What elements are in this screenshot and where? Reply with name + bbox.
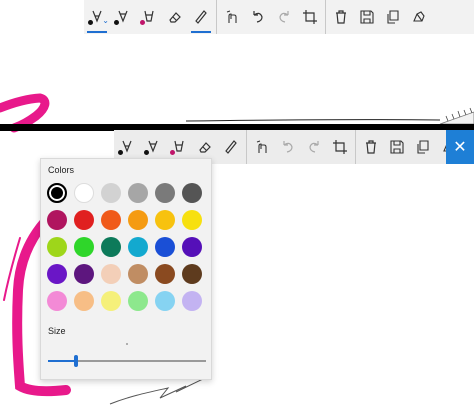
highlighter-color-dot (170, 150, 175, 155)
ruler-icon (225, 140, 237, 154)
redo-button[interactable] (271, 0, 297, 34)
copy-button[interactable] (380, 0, 406, 34)
color-swatch[interactable] (101, 291, 121, 311)
color-swatch[interactable] (128, 291, 148, 311)
touch-writing-icon (256, 140, 267, 153)
eraser-button[interactable] (162, 0, 188, 34)
color-swatch[interactable] (155, 237, 175, 257)
save-button[interactable] (384, 130, 410, 164)
color-swatch[interactable] (182, 210, 202, 230)
color-swatch[interactable] (128, 264, 148, 284)
toolbar-divider (325, 0, 326, 34)
color-swatch[interactable] (182, 237, 202, 257)
share-icon (413, 11, 425, 22)
close-icon: ✕ (453, 139, 467, 156)
save-icon (390, 140, 404, 154)
pencil-button[interactable] (110, 0, 136, 34)
touch-writing-button[interactable] (249, 130, 275, 164)
delete-button[interactable] (328, 0, 354, 34)
toolbar-divider (246, 130, 247, 164)
pencil-color-dot (144, 150, 149, 155)
pencil-color-dot (114, 20, 119, 25)
color-picker-flyout: Colors Size (40, 158, 212, 380)
copy-icon (387, 10, 399, 24)
pen-color-dot (88, 20, 93, 25)
eraser-icon (169, 12, 181, 23)
color-swatch[interactable] (182, 183, 202, 203)
color-swatch[interactable] (101, 183, 121, 203)
ruler-button[interactable] (218, 130, 244, 164)
top-toolbar: ⌄ (84, 0, 474, 34)
touch-writing-icon (226, 10, 237, 23)
color-swatch[interactable] (155, 291, 175, 311)
undo-icon (283, 141, 293, 153)
color-swatch[interactable] (128, 210, 148, 230)
highlighter-button[interactable] (136, 0, 162, 34)
size-preview-dot (126, 343, 128, 345)
color-swatch[interactable] (128, 237, 148, 257)
color-swatch[interactable] (74, 210, 94, 230)
save-icon (360, 10, 374, 24)
color-swatch[interactable] (47, 291, 67, 311)
ruler-button[interactable] (188, 0, 214, 34)
crop-button[interactable] (327, 130, 353, 164)
chevron-down-icon: ⌄ (102, 16, 109, 25)
size-slider-thumb[interactable] (74, 355, 79, 367)
touch-writing-button[interactable] (219, 0, 245, 34)
ballpoint-pen-button[interactable]: ⌄ (84, 0, 110, 34)
undo-button[interactable] (245, 0, 271, 34)
color-swatch[interactable] (101, 264, 121, 284)
redo-icon (309, 141, 319, 153)
copy-button[interactable] (410, 130, 436, 164)
colors-heading: Colors (48, 165, 75, 175)
delete-button[interactable] (358, 130, 384, 164)
color-swatch[interactable] (155, 210, 175, 230)
color-swatch[interactable] (155, 183, 175, 203)
undo-button[interactable] (275, 130, 301, 164)
color-swatch[interactable] (47, 210, 67, 230)
delete-icon (366, 140, 376, 154)
color-swatch[interactable] (155, 264, 175, 284)
redo-button[interactable] (301, 130, 327, 164)
color-swatch[interactable] (47, 183, 67, 203)
close-button[interactable]: ✕ (446, 130, 474, 164)
copy-icon (417, 140, 429, 154)
undo-icon (253, 11, 263, 23)
delete-icon (336, 10, 346, 24)
color-swatch[interactable] (182, 264, 202, 284)
color-swatch[interactable] (74, 183, 94, 203)
ruler-edge (439, 107, 474, 125)
color-swatch[interactable] (74, 237, 94, 257)
pencil-sketch-bottom (109, 377, 206, 405)
color-swatch[interactable] (101, 237, 121, 257)
color-swatch[interactable] (101, 210, 121, 230)
color-swatch[interactable] (47, 264, 67, 284)
color-swatch[interactable] (74, 264, 94, 284)
ruler-icon (195, 10, 207, 24)
size-slider[interactable] (48, 355, 206, 367)
size-slider-fill (48, 360, 77, 362)
toolbar-divider (216, 0, 217, 34)
pen-color-dot (118, 150, 123, 155)
size-heading: Size (48, 326, 66, 336)
highlighter-color-dot (140, 20, 145, 25)
ink-stroke-horizontal (185, 119, 441, 122)
eraser-icon (199, 142, 211, 153)
color-swatch[interactable] (74, 291, 94, 311)
crop-icon (333, 140, 347, 154)
color-swatch[interactable] (182, 291, 202, 311)
crop-button[interactable] (297, 0, 323, 34)
share-button[interactable] (406, 0, 432, 34)
color-swatch[interactable] (47, 237, 67, 257)
redo-icon (279, 11, 289, 23)
color-swatch[interactable] (128, 183, 148, 203)
crop-icon (303, 10, 317, 24)
color-swatch-grid (47, 183, 209, 311)
save-button[interactable] (354, 0, 380, 34)
toolbar-divider (355, 130, 356, 164)
